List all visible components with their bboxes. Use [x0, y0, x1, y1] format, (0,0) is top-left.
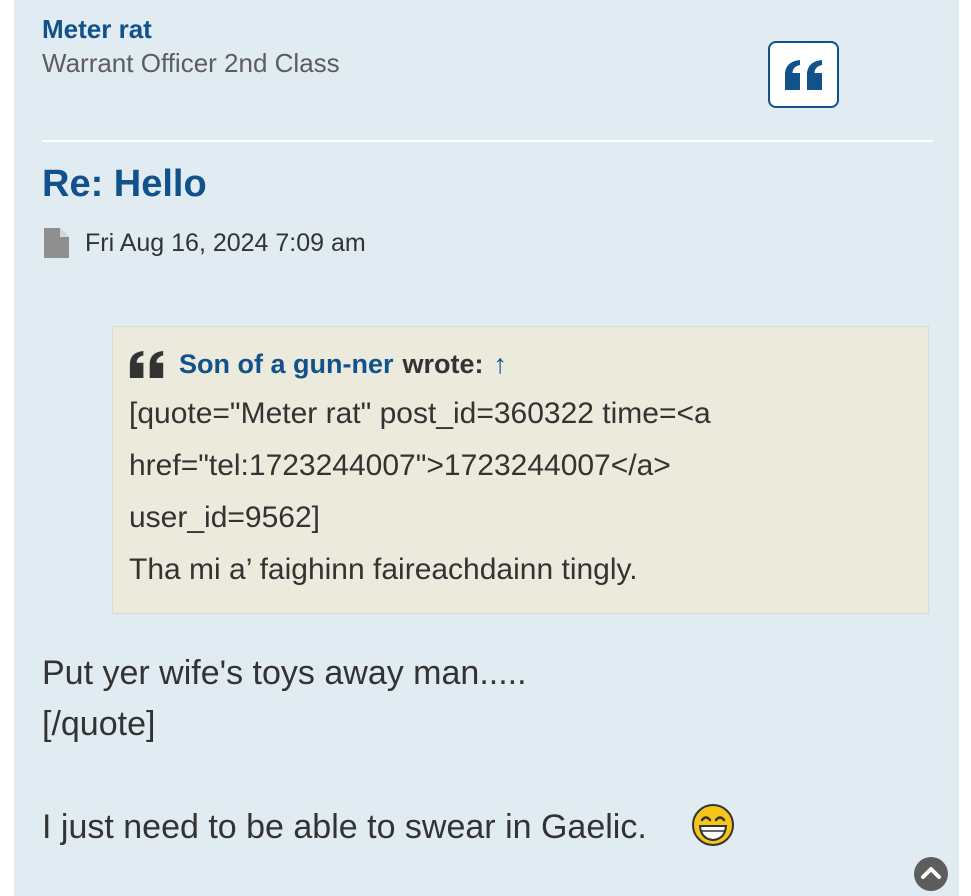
author-rank: Warrant Officer 2nd Class	[42, 48, 340, 78]
post-date: Fri Aug 16, 2024 7:09 am	[85, 228, 366, 257]
quote-wrote-label: wrote:	[402, 349, 484, 379]
quote-icon	[129, 351, 164, 378]
author-name[interactable]: Meter rat	[42, 14, 152, 45]
quote-line: Tha mi a’ faighinn faireachdainn tingly.	[129, 553, 638, 586]
post-body-line: I just need to be able to swear in Gaeli…	[42, 808, 647, 846]
quote-source-link[interactable]: ↑	[493, 349, 507, 380]
divider	[42, 140, 933, 142]
post-title[interactable]: Re: Hello	[42, 163, 207, 206]
quote-block: Son of a gun-ner wrote: ↑ [quote="Meter …	[112, 326, 929, 614]
quote-line: user_id=9562]	[129, 501, 320, 534]
quote-line: href="tel:1723244007">1723244007</a>	[129, 449, 671, 482]
quote-button[interactable]	[768, 41, 839, 108]
file-icon[interactable]	[44, 228, 69, 258]
quote-icon	[784, 59, 822, 90]
quote-line: [quote="Meter rat" post_id=360322 time=<…	[129, 397, 711, 430]
quote-author-link[interactable]: Son of a gun-ner	[179, 349, 393, 380]
post-panel: Meter rat Warrant Officer 2nd Class Re: …	[14, 0, 959, 896]
chevron-up-circle-icon[interactable]	[913, 856, 949, 892]
post-body-line: [/quote]	[42, 705, 156, 743]
post-body-line: Put yer wife's toys away man.....	[42, 654, 527, 692]
quote-cite: Son of a gun-ner wrote: ↑	[129, 349, 507, 380]
post-meta: Fri Aug 16, 2024 7:09 am	[44, 228, 366, 258]
grinning-face-icon	[692, 804, 734, 846]
